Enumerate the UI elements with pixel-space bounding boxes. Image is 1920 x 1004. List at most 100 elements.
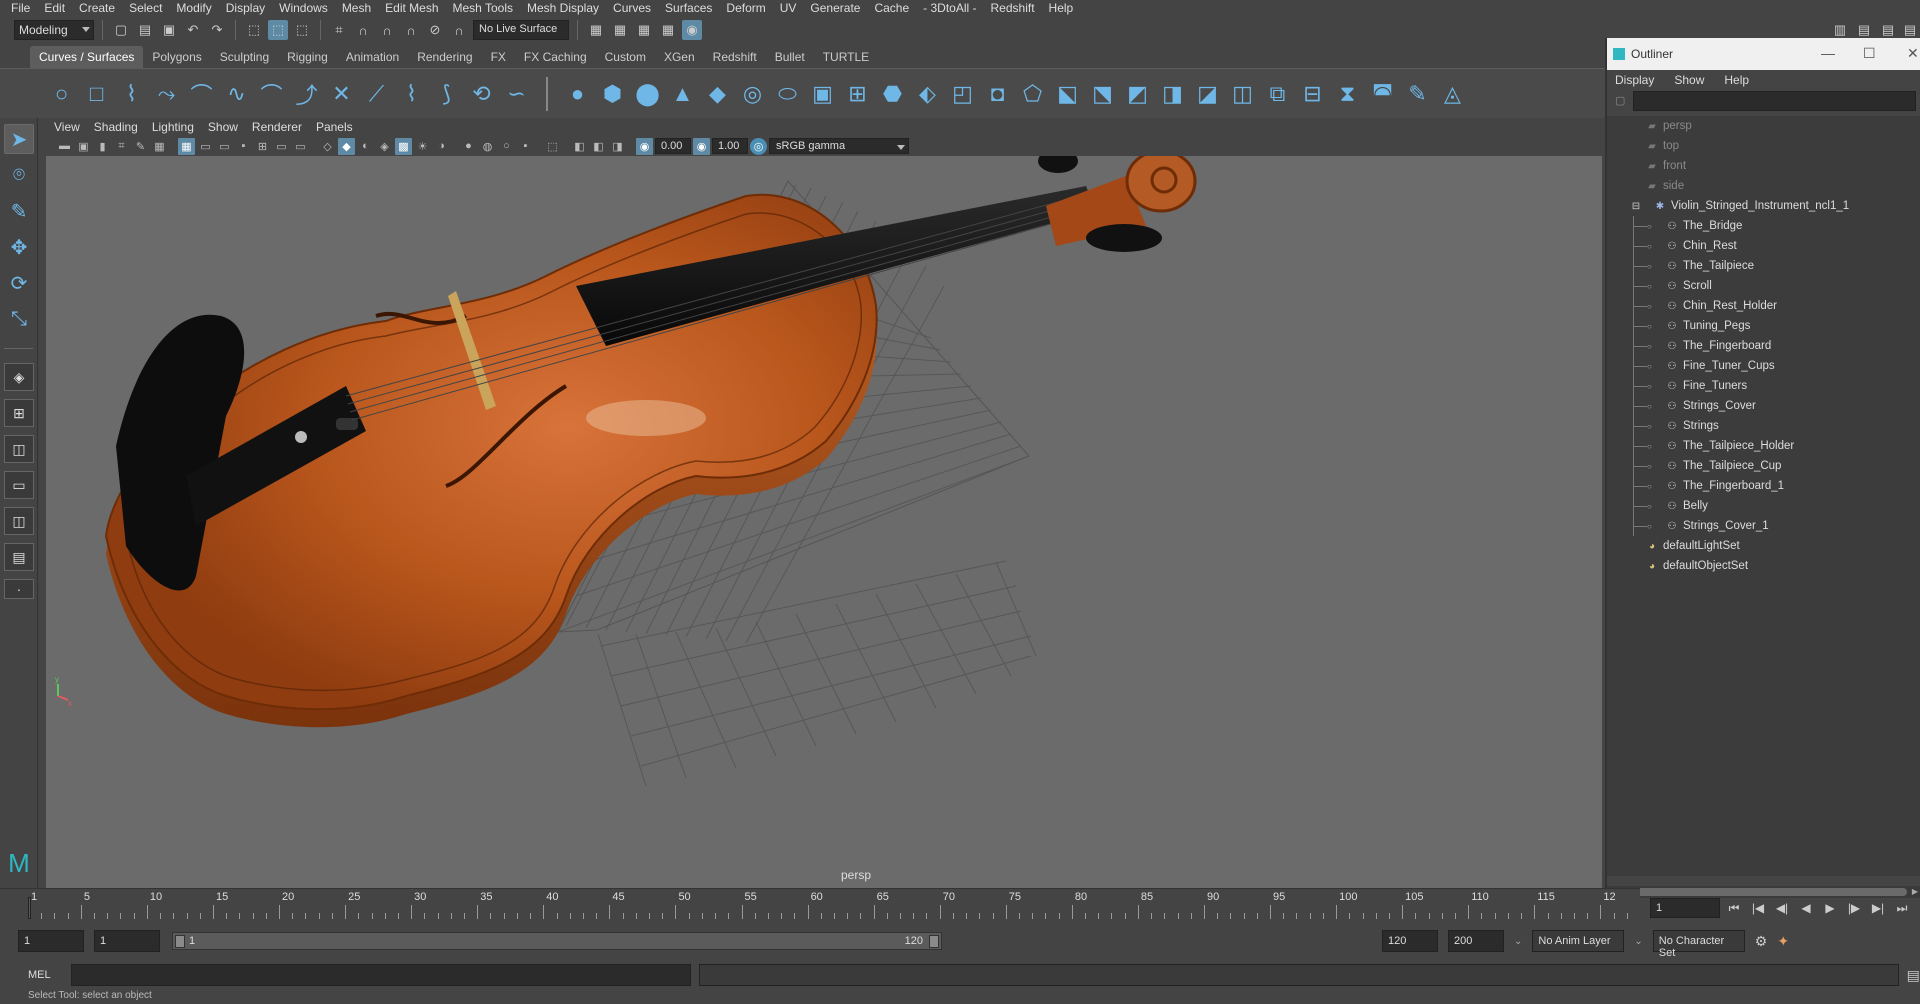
outliner-set-defaultobjectset[interactable]: ◕ defaultObjectSet (1607, 556, 1920, 576)
expand-dot-icon[interactable]: ○ (1647, 382, 1652, 391)
playback-end-field[interactable]: 120 (1382, 930, 1438, 952)
go-to-start-icon[interactable]: ⏮ (1724, 898, 1744, 918)
render-settings-icon[interactable]: ▦ (658, 20, 678, 40)
outliner-search-input[interactable] (1633, 91, 1916, 111)
multisample-aa-icon[interactable]: ○ (498, 138, 515, 155)
menu-modify[interactable]: Modify (169, 1, 218, 15)
outliner-camera-side[interactable]: ▰ side (1607, 176, 1920, 196)
viewport-menu-panels[interactable]: Panels (316, 120, 363, 134)
play-backwards-icon[interactable]: ◀ (1796, 898, 1816, 918)
exposure-icon[interactable]: ◉ (636, 137, 653, 155)
outliner-mesh-tuning-pegs[interactable]: ○ ⚇ Tuning_Pegs (1607, 316, 1920, 336)
undo-icon[interactable]: ↶ (183, 20, 203, 40)
xray-joints-icon[interactable]: ◨ (609, 138, 626, 155)
align-surface-icon[interactable]: ⧉ (1264, 80, 1291, 107)
step-back-key-icon[interactable]: |◀ (1748, 898, 1768, 918)
field-chart-icon[interactable]: ⊞ (254, 138, 271, 155)
shelf-tab-curves-surfaces[interactable]: Curves / Surfaces (30, 46, 144, 68)
close-icon[interactable]: ✕ (1907, 45, 1919, 62)
viewport-menu-shading[interactable]: Shading (94, 120, 148, 134)
hypershade-icon[interactable]: ◉ (682, 20, 702, 40)
animation-prefs-icon[interactable]: ✦ (1777, 933, 1789, 950)
arc-icon[interactable]: ⌒ (258, 80, 285, 108)
expand-dot-icon[interactable]: ○ (1647, 242, 1652, 251)
detach-curves-icon[interactable]: ⟋ (363, 80, 390, 107)
menu-mesh[interactable]: Mesh (335, 1, 378, 15)
playback-start-field[interactable]: 1 (94, 930, 160, 952)
go-to-end-icon[interactable]: ⏭ (1892, 898, 1912, 918)
side-by-side-layout-icon[interactable]: ◫ (4, 435, 34, 463)
scale-tool-icon[interactable]: ⤡ (4, 304, 34, 334)
gamma-field[interactable]: 1.00 (712, 138, 748, 154)
outliner-mesh-the-fingerboard-1[interactable]: ○ ⚇ The_Fingerboard_1 (1607, 476, 1920, 496)
scene-start-field[interactable]: 1 (18, 930, 84, 952)
chevron-down-icon[interactable]: ⌄ (1514, 936, 1522, 947)
attach-curves-icon[interactable]: ✕ (328, 80, 355, 107)
expand-dot-icon[interactable]: ○ (1647, 462, 1652, 471)
expand-dot-icon[interactable]: ○ (1647, 482, 1652, 491)
plane-icon[interactable]: ◆ (704, 80, 731, 107)
wireframe-on-shaded-icon[interactable]: ◈ (376, 138, 393, 155)
time-slider-track[interactable]: 1 5 10 15 20 25 30 35 40 45 50 55 60 65 70 75 80 85 90 95 10… (28, 891, 1640, 919)
paint-select-tool-icon[interactable]: ✎ (4, 196, 34, 226)
gamma-icon[interactable]: ◉ (693, 137, 710, 155)
outliner-mesh-strings[interactable]: ○ ⚇ Strings (1607, 416, 1920, 436)
snap-view-plane-icon[interactable]: ∩ (401, 20, 421, 40)
boundary-icon[interactable]: ◰ (949, 80, 976, 107)
open-scene-icon[interactable]: ▤ (135, 20, 155, 40)
sphere-icon[interactable]: ● (564, 80, 591, 107)
gate-mask-icon[interactable]: ▪ (235, 138, 252, 155)
expand-dot-icon[interactable]: ○ (1647, 402, 1652, 411)
character-set-dropdown[interactable]: No Character Set (1652, 930, 1745, 959)
render-view-icon[interactable]: ▦ (586, 20, 606, 40)
select-hierarchy-icon[interactable]: ⬚ (244, 20, 264, 40)
grid-toggle-icon[interactable]: ▦ (178, 137, 195, 155)
shelf-tab-rigging[interactable]: Rigging (278, 46, 337, 68)
snap-live-icon[interactable]: ⊘ (425, 20, 445, 40)
viewport-menu-show[interactable]: Show (208, 120, 248, 134)
attach-surface-icon[interactable]: ◪ (1194, 80, 1221, 107)
rebuild-curve-icon[interactable]: ⌇ (398, 80, 425, 107)
reverse-curve-icon[interactable]: ⟲ (468, 80, 495, 107)
expand-dot-icon[interactable]: ○ (1647, 302, 1652, 311)
xray-icon[interactable]: ◧ (571, 138, 588, 155)
screen-space-ao-icon[interactable]: ● (460, 138, 477, 155)
new-scene-icon[interactable]: ▢ (111, 20, 131, 40)
attribute-editor-icon[interactable]: ▤ (1854, 20, 1874, 40)
curve-tool-icon[interactable]: ⤴ (293, 80, 320, 108)
outliner-persp-layout-icon[interactable]: ▭ (4, 471, 34, 499)
planar-icon[interactable]: ⊞ (844, 80, 871, 107)
expand-dot-icon[interactable]: ○ (1647, 222, 1652, 231)
expand-dot-icon[interactable]: ○ (1647, 362, 1652, 371)
chevron-down-icon[interactable]: ⌄ (1634, 936, 1642, 947)
anim-layer-dropdown[interactable]: No Anim Layer (1532, 930, 1625, 952)
shelf-tab-turtle[interactable]: TURTLE (814, 46, 878, 68)
expand-dot-icon[interactable]: ○ (1647, 262, 1652, 271)
outliner-mesh-scroll[interactable]: ○ ⚇ Scroll (1607, 276, 1920, 296)
outliner-mesh-chin-rest[interactable]: ○ ⚇ Chin_Rest (1607, 236, 1920, 256)
bend-curve-icon[interactable]: ∽ (503, 80, 530, 107)
menu-uv[interactable]: UV (773, 1, 804, 15)
cube-icon[interactable]: ⬢ (599, 80, 626, 107)
collapse-icon[interactable]: ⊟ (1629, 200, 1643, 212)
range-end-knob[interactable] (929, 935, 939, 948)
select-camera-icon[interactable]: ▬ (56, 138, 73, 155)
insert-isoparm-icon[interactable]: ⧗ (1334, 80, 1361, 107)
expand-dot-icon[interactable]: ○ (1647, 342, 1652, 351)
expand-dot-icon[interactable]: ○ (1647, 422, 1652, 431)
sculpt-geometry-icon[interactable]: ✎ (1404, 80, 1431, 107)
cv-curve-icon[interactable]: ⌇ (118, 80, 145, 107)
viewport-menu-lighting[interactable]: Lighting (152, 120, 204, 134)
view-transform-dropdown[interactable]: sRGB gamma (769, 138, 909, 154)
menu-edit-mesh[interactable]: Edit Mesh (378, 1, 445, 15)
select-object-icon[interactable]: ⬚ (268, 20, 288, 40)
mode-dropdown[interactable]: Modeling (14, 20, 94, 40)
outliner-camera-front[interactable]: ▰ front (1607, 156, 1920, 176)
outliner-mesh-belly[interactable]: ○ ⚇ Belly (1607, 496, 1920, 516)
channel-box-icon[interactable]: ▤ (1900, 20, 1920, 40)
intersect-icon[interactable]: ⬕ (1054, 80, 1081, 107)
step-forward-frame-icon[interactable]: |▶ (1844, 898, 1864, 918)
textured-icon[interactable]: ▩ (395, 137, 412, 155)
shelf-tab-redshift[interactable]: Redshift (704, 46, 766, 68)
menu-surfaces[interactable]: Surfaces (658, 1, 719, 15)
